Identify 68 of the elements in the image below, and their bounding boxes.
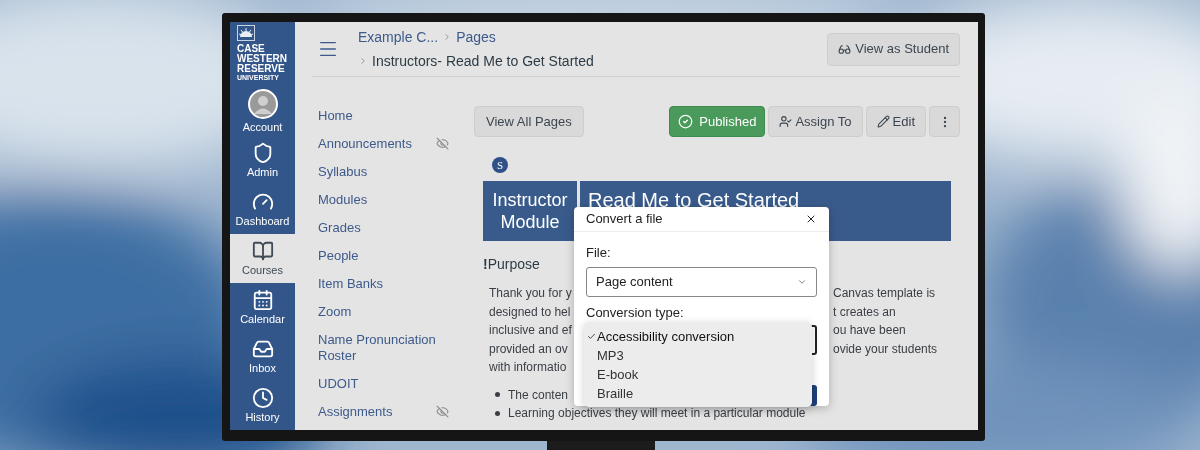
logo-icon: [237, 25, 255, 41]
section-heading: !Purpose: [483, 255, 541, 273]
paragraph-text: designed to hel: [489, 303, 571, 321]
avatar-icon: [247, 89, 278, 119]
paragraph-text: inclusive and ef: [489, 322, 572, 339]
nav-item[interactable]: Calendar: [230, 283, 295, 332]
banner-text: Module: [500, 211, 560, 233]
course-nav-link[interactable]: Modules: [318, 186, 436, 214]
paragraph-text: Thank you for y: [489, 285, 572, 302]
clock-icon: [251, 387, 274, 409]
banner-text: Instructor: [492, 189, 568, 211]
course-nav-link[interactable]: Home: [318, 102, 436, 130]
course-nav-link[interactable]: Zoom: [318, 298, 436, 326]
banner-title: Read Me to Get Started: [588, 189, 800, 211]
logo-text: RESERVE: [237, 64, 285, 74]
calendar-icon: [251, 289, 274, 311]
nav-item[interactable]: History: [230, 381, 295, 430]
pencil-icon: [876, 115, 890, 128]
bullet-icon: [495, 392, 500, 398]
chevron-icon: [358, 56, 368, 66]
paragraph-text: with informatio: [489, 359, 567, 376]
field-label: Conversion type:: [586, 305, 685, 321]
course-nav-link[interactable]: Item Banks: [318, 270, 436, 298]
nav-item[interactable]: Courses: [230, 234, 295, 283]
edit-button[interactable]: Edit: [865, 106, 926, 137]
chevron-down-icon: [797, 277, 807, 287]
bullet-icon: [495, 410, 500, 416]
course-nav-link[interactable]: UDOIT: [318, 370, 436, 398]
view-all-pages-button[interactable]: View All Pages: [474, 106, 584, 137]
check-icon: [587, 332, 596, 341]
assign-to-button[interactable]: Assign To: [768, 106, 863, 137]
option-item[interactable]: E-book: [584, 365, 812, 384]
field-label: File:: [586, 245, 612, 261]
paragraph-text: Canvas template is: [833, 285, 936, 302]
course-nav-link[interactable]: Name Pronunciation Roster: [318, 326, 436, 370]
book-icon: [251, 240, 274, 262]
course-nav-link[interactable]: Syllabus: [318, 158, 436, 186]
option-item[interactable]: Accessibility conversion: [584, 327, 812, 346]
breadcrumb-current: Instructors- Read Me to Get Started: [372, 51, 594, 71]
badge: S: [492, 157, 508, 173]
nav-item[interactable]: Inbox: [230, 332, 295, 381]
breadcrumb-link[interactable]: Example C...: [358, 26, 439, 48]
dialog-title: Convert a file: [586, 210, 663, 229]
course-nav-link[interactable]: Announcements: [318, 130, 436, 158]
option-item[interactable]: Braille: [584, 384, 812, 403]
paragraph-text: ovide your students: [833, 340, 938, 358]
user-icon: [779, 115, 793, 128]
logo-text: CASE: [237, 44, 265, 54]
check-circle-icon: [678, 114, 694, 129]
logo-text: WESTERN: [237, 54, 287, 64]
nav-item[interactable]: Dashboard: [230, 185, 295, 234]
course-nav-link[interactable]: Grades: [318, 214, 436, 242]
paragraph-text: provided an ov: [489, 340, 568, 358]
nav-item[interactable]: Admin: [230, 136, 295, 185]
breadcrumb-link[interactable]: Pages: [456, 26, 496, 48]
file-select[interactable]: Page content: [586, 267, 817, 297]
paragraph-text: t creates an: [833, 303, 896, 321]
bullet-text: The conten: [508, 386, 569, 404]
course-nav-link[interactable]: People: [318, 242, 436, 270]
glasses-icon: [838, 42, 852, 56]
close-icon[interactable]: [805, 213, 817, 225]
inbox-icon: [251, 338, 274, 360]
paragraph-text: ou have been: [833, 322, 906, 339]
option-item[interactable]: MP3: [584, 346, 812, 365]
course-nav-link[interactable]: Assignments: [318, 398, 436, 426]
view-as-student-button[interactable]: View as Student: [827, 32, 960, 66]
nav-item[interactable]: Account: [230, 87, 295, 136]
bullet-text: Learning objectives they will meet in a particular module: [508, 405, 806, 422]
